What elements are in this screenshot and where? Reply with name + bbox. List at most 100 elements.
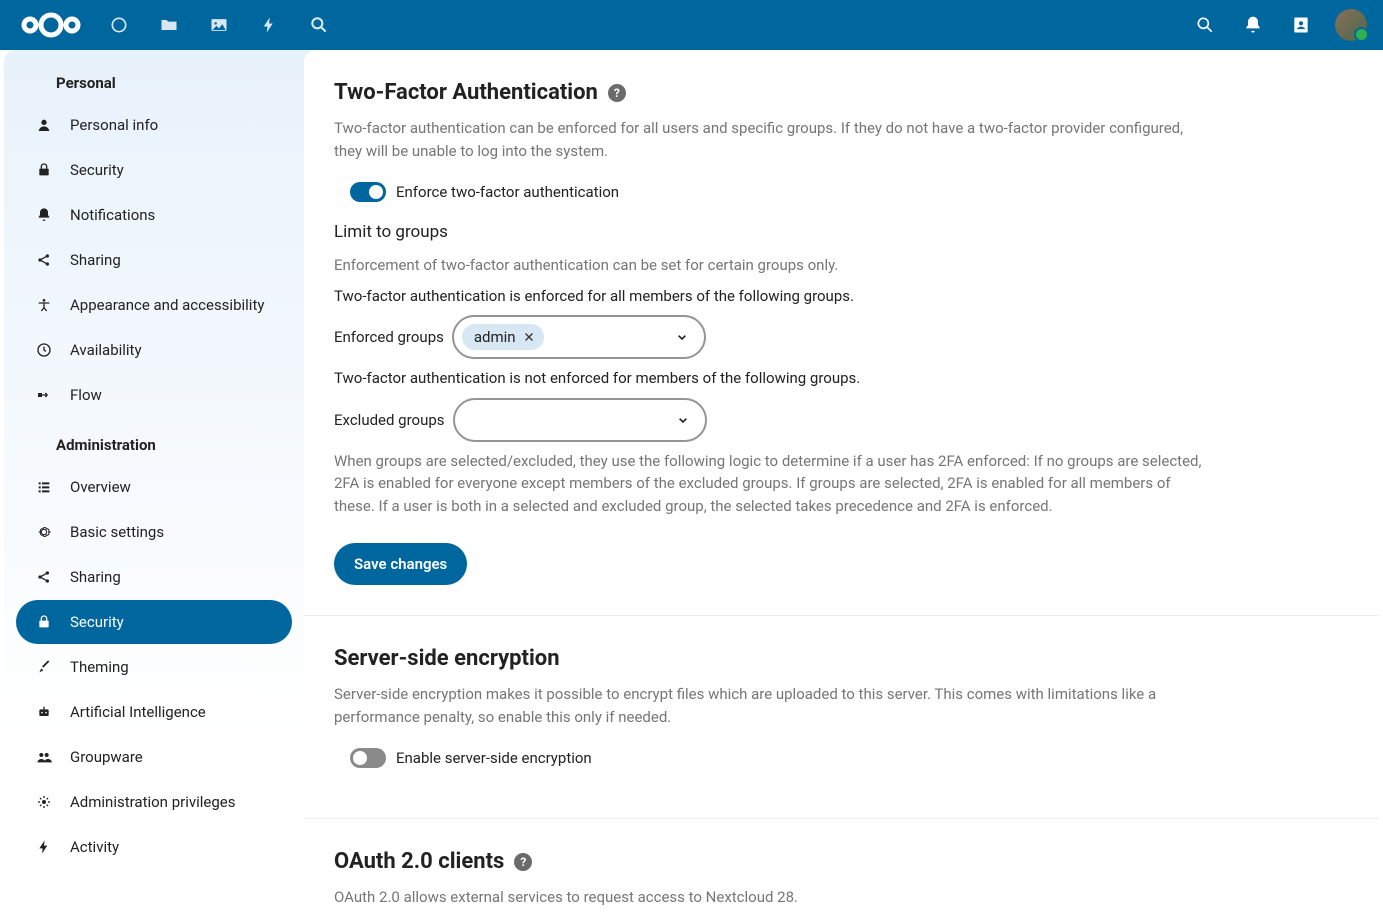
sidebar-item-label: Theming	[70, 658, 129, 676]
activity-icon	[32, 839, 56, 855]
sidebar-item-label: Flow	[70, 386, 102, 404]
lock-icon	[32, 614, 56, 630]
desc-2fa: Two-factor authentication can be enforce…	[334, 117, 1214, 162]
enforced-groups-select[interactable]: admin	[452, 315, 706, 359]
sidebar-item-security-admin[interactable]: Security	[16, 600, 292, 644]
sidebar-item-label: Sharing	[70, 568, 121, 586]
share-icon	[32, 252, 56, 268]
notifications-icon[interactable]	[1231, 3, 1275, 47]
enable-encryption-row: Enable server-side encryption	[350, 748, 1349, 768]
sidebar-item-label: Overview	[70, 478, 131, 496]
enable-encryption-label: Enable server-side encryption	[396, 749, 592, 767]
enforce-2fa-toggle[interactable]	[350, 182, 386, 202]
section-two-factor: Two-Factor Authentication ? Two-factor a…	[304, 50, 1379, 616]
app-logo[interactable]	[8, 8, 94, 42]
flow-icon	[32, 387, 56, 403]
desc-oauth: OAuth 2.0 allows external services to re…	[334, 886, 1214, 909]
user-icon	[32, 117, 56, 133]
contacts-icon[interactable]	[1279, 3, 1323, 47]
sidebar-item-overview[interactable]: Overview	[16, 465, 292, 509]
sidebar-item-notifications[interactable]: Notifications	[16, 193, 292, 237]
sidebar-item-label: Activity	[70, 838, 119, 856]
sidebar-item-personal-info[interactable]: Personal info	[16, 103, 292, 147]
excluded-groups-label: Excluded groups	[334, 411, 445, 429]
nav-dashboard-icon[interactable]	[94, 0, 144, 50]
sidebar-item-appearance[interactable]: Appearance and accessibility	[16, 283, 292, 327]
nav-files-icon[interactable]	[144, 0, 194, 50]
group-chip-admin: admin	[462, 324, 544, 350]
enforce-2fa-row: Enforce two-factor authentication	[350, 182, 1349, 202]
bell-icon	[32, 207, 56, 223]
sidebar-item-sharing-personal[interactable]: Sharing	[16, 238, 292, 282]
sidebar-item-ai[interactable]: Artificial Intelligence	[16, 690, 292, 734]
enforce-2fa-label: Enforce two-factor authentication	[396, 183, 619, 201]
brush-icon	[32, 659, 56, 675]
sidebar-item-theming[interactable]: Theming	[16, 645, 292, 689]
chip-label: admin	[474, 328, 516, 346]
desc-encryption: Server-side encryption makes it possible…	[334, 683, 1214, 728]
excluded-groups-select[interactable]	[453, 398, 707, 442]
chevron-down-icon	[675, 412, 697, 428]
sidebar-item-activity[interactable]: Activity	[16, 825, 292, 869]
sidebar-item-groupware[interactable]: Groupware	[16, 735, 292, 779]
title-text: OAuth 2.0 clients	[334, 849, 504, 874]
sidebar-heading-personal: Personal	[12, 56, 296, 102]
chevron-down-icon	[674, 329, 696, 345]
section-encryption: Server-side encryption Server-side encry…	[304, 616, 1379, 819]
sidebar-item-label: Availability	[70, 341, 142, 359]
sidebar-item-sharing-admin[interactable]: Sharing	[16, 555, 292, 599]
robot-icon	[32, 704, 56, 720]
help-icon[interactable]: ?	[608, 84, 626, 102]
sidebar-item-availability[interactable]: Availability	[16, 328, 292, 372]
excluded-desc: Two-factor authentication is not enforce…	[334, 367, 1214, 390]
sidebar-heading-admin: Administration	[12, 418, 296, 464]
sidebar-item-label: Sharing	[70, 251, 121, 269]
section-title-oauth: OAuth 2.0 clients ?	[334, 849, 1349, 874]
sidebar-item-label: Basic settings	[70, 523, 164, 541]
enforced-groups-label: Enforced groups	[334, 328, 444, 346]
enable-encryption-toggle[interactable]	[350, 748, 386, 768]
nav-photos-icon[interactable]	[194, 0, 244, 50]
sidebar-item-label: Groupware	[70, 748, 143, 766]
chip-remove-icon[interactable]	[522, 330, 536, 344]
nav-search-app-icon[interactable]	[294, 0, 344, 50]
sidebar-item-label: Security	[70, 161, 124, 179]
overview-icon	[32, 479, 56, 495]
nav-apps	[94, 0, 344, 50]
section-title-2fa: Two-Factor Authentication ?	[334, 80, 1349, 105]
sidebar-item-label: Security	[70, 613, 124, 631]
lock-icon	[32, 162, 56, 178]
limit-groups-desc: Enforcement of two-factor authentication…	[334, 254, 1214, 277]
settings-sidebar: Personal Personal info Security Notifica…	[4, 50, 304, 913]
enforced-desc: Two-factor authentication is enforced fo…	[334, 285, 1214, 308]
content-wrapper: Personal Personal info Security Notifica…	[4, 50, 1379, 913]
admin-gear-icon	[32, 794, 56, 810]
sidebar-item-security-personal[interactable]: Security	[16, 148, 292, 192]
user-avatar[interactable]	[1335, 9, 1367, 41]
share-icon	[32, 569, 56, 585]
clock-icon	[32, 342, 56, 358]
sidebar-item-label: Administration privileges	[70, 793, 235, 811]
groups-logic-text: When groups are selected/excluded, they …	[334, 450, 1214, 518]
top-header	[0, 0, 1383, 50]
excluded-groups-row: Excluded groups	[334, 398, 1349, 442]
save-changes-button[interactable]: Save changes	[334, 543, 467, 585]
header-actions	[1183, 3, 1375, 47]
sidebar-item-basic-settings[interactable]: Basic settings	[16, 510, 292, 554]
gear-icon	[32, 524, 56, 540]
limit-groups-heading: Limit to groups	[334, 222, 1349, 242]
enforced-groups-row: Enforced groups admin	[334, 315, 1349, 359]
section-title-encryption: Server-side encryption	[334, 646, 1349, 671]
groupware-icon	[32, 749, 56, 765]
search-icon[interactable]	[1183, 3, 1227, 47]
sidebar-item-admin-privileges[interactable]: Administration privileges	[16, 780, 292, 824]
section-oauth: OAuth 2.0 clients ? OAuth 2.0 allows ext…	[304, 819, 1379, 913]
main-content: Two-Factor Authentication ? Two-factor a…	[304, 50, 1379, 913]
accessibility-icon	[32, 297, 56, 313]
help-icon[interactable]: ?	[514, 853, 532, 871]
nav-activity-icon[interactable]	[244, 0, 294, 50]
sidebar-item-label: Artificial Intelligence	[70, 703, 206, 721]
sidebar-item-flow[interactable]: Flow	[16, 373, 292, 417]
sidebar-item-label: Personal info	[70, 116, 158, 134]
sidebar-item-label: Notifications	[70, 206, 155, 224]
